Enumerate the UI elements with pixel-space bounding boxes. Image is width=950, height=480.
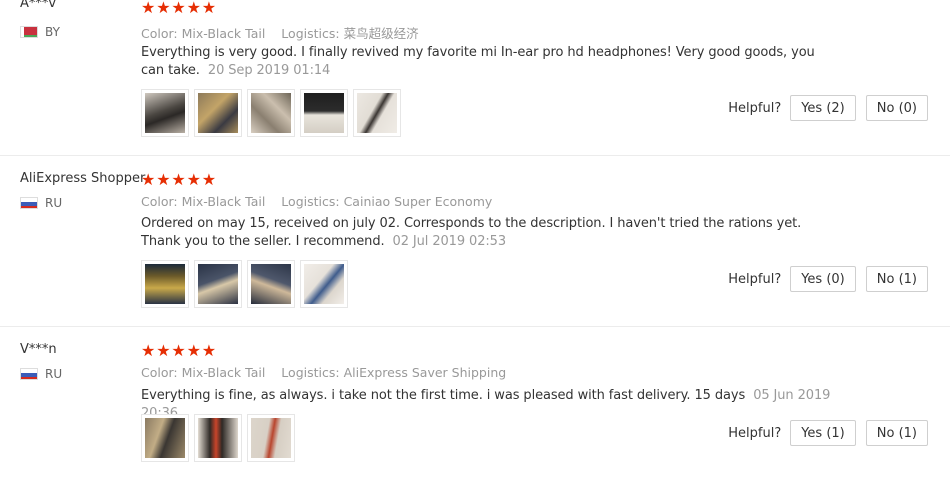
logistics-label: Logistics:: [281, 365, 340, 380]
reviewer-country: RU: [20, 196, 62, 210]
review-item: V***n RU ★ ★ ★ ★ ★ Color: Mix-Black Tail…: [0, 327, 950, 480]
review-photo[interactable]: [247, 89, 295, 137]
review-photos: [141, 89, 406, 137]
star-icon: ★: [156, 170, 171, 189]
country-code: RU: [45, 367, 63, 381]
helpful-controls: Helpful? Yes (0) No (1): [728, 266, 928, 292]
review-meta: Color: Mix-Black Tail Logistics: 菜鸟超级经济: [141, 23, 431, 42]
star-icon: ★: [141, 170, 156, 189]
helpful-yes-button[interactable]: Yes (1): [790, 420, 856, 446]
review-photo[interactable]: [141, 89, 189, 137]
star-icon: ★: [186, 341, 201, 360]
reviewer-country: BY: [20, 25, 60, 39]
color-value: Mix-Black Tail: [181, 365, 266, 380]
color-label: Color:: [141, 194, 178, 209]
helpful-controls: Helpful? Yes (2) No (0): [728, 95, 928, 121]
reviewer-name: A***v: [20, 0, 57, 11]
review-item: A***v BY ★ ★ ★ ★ ★ Color: Mix-Black Tail…: [0, 0, 950, 156]
helpful-label: Helpful?: [728, 425, 782, 441]
rating-stars: ★ ★ ★ ★ ★: [141, 0, 217, 16]
star-icon: ★: [141, 341, 156, 360]
reviewer-name: AliExpress Shopper: [20, 171, 146, 186]
reviewer-country: RU: [20, 367, 62, 381]
review-item: AliExpress Shopper RU ★ ★ ★ ★ ★ Color: M…: [0, 156, 950, 327]
star-icon: ★: [201, 170, 217, 189]
review-photo[interactable]: [141, 260, 189, 308]
star-icon: ★: [156, 341, 171, 360]
color-label: Color:: [141, 365, 178, 380]
rating-stars: ★ ★ ★ ★ ★: [141, 172, 217, 188]
review-photo[interactable]: [194, 260, 242, 308]
review-text: Ordered on may 15, received on july 02. …: [141, 215, 831, 250]
logistics-value: AliExpress Saver Shipping: [343, 365, 507, 380]
review-meta: Color: Mix-Black Tail Logistics: Cainiao…: [141, 194, 504, 209]
review-date: 02 Jul 2019 02:53: [392, 233, 507, 249]
country-code: RU: [45, 196, 63, 210]
color-value: Mix-Black Tail: [181, 194, 266, 209]
star-icon: ★: [156, 0, 171, 17]
review-photo[interactable]: [247, 414, 295, 462]
review-photos: [141, 260, 353, 308]
helpful-label: Helpful?: [728, 271, 782, 287]
review-photos: [141, 414, 300, 462]
country-code: BY: [45, 25, 60, 39]
color-value: Mix-Black Tail: [181, 26, 266, 41]
rating-stars: ★ ★ ★ ★ ★: [141, 343, 217, 359]
star-icon: ★: [171, 0, 186, 17]
helpful-no-button[interactable]: No (0): [865, 95, 928, 121]
star-icon: ★: [201, 341, 217, 360]
review-photo[interactable]: [247, 260, 295, 308]
review-photo[interactable]: [300, 89, 348, 137]
logistics-value: 菜鸟超级经济: [343, 26, 419, 41]
review-photo[interactable]: [300, 260, 348, 308]
helpful-controls: Helpful? Yes (1) No (1): [728, 420, 928, 446]
star-icon: ★: [186, 0, 201, 17]
star-icon: ★: [186, 170, 201, 189]
flag-ru-icon: [20, 197, 38, 209]
review-photo[interactable]: [353, 89, 401, 137]
color-label: Color:: [141, 26, 178, 41]
logistics-label: Logistics:: [281, 26, 340, 41]
review-meta: Color: Mix-Black Tail Logistics: AliExpr…: [141, 365, 518, 380]
reviewer-name: V***n: [20, 342, 57, 357]
review-text: Everything is very good. I finally reviv…: [141, 44, 831, 79]
helpful-no-button[interactable]: No (1): [865, 420, 928, 446]
flag-ru-icon: [20, 368, 38, 380]
helpful-yes-button[interactable]: Yes (0): [790, 266, 856, 292]
helpful-yes-button[interactable]: Yes (2): [790, 95, 856, 121]
logistics-label: Logistics:: [281, 194, 340, 209]
helpful-no-button[interactable]: No (1): [865, 266, 928, 292]
logistics-value: Cainiao Super Economy: [343, 194, 493, 209]
star-icon: ★: [141, 0, 156, 17]
review-photo[interactable]: [194, 89, 242, 137]
flag-by-icon: [20, 26, 38, 38]
review-body: Everything is fine, as always. i take no…: [141, 388, 746, 403]
helpful-label: Helpful?: [728, 100, 782, 116]
review-photo[interactable]: [141, 414, 189, 462]
review-photo[interactable]: [194, 414, 242, 462]
star-icon: ★: [201, 0, 217, 17]
review-date: 20 Sep 2019 01:14: [207, 62, 331, 78]
star-icon: ★: [171, 170, 186, 189]
star-icon: ★: [171, 341, 186, 360]
